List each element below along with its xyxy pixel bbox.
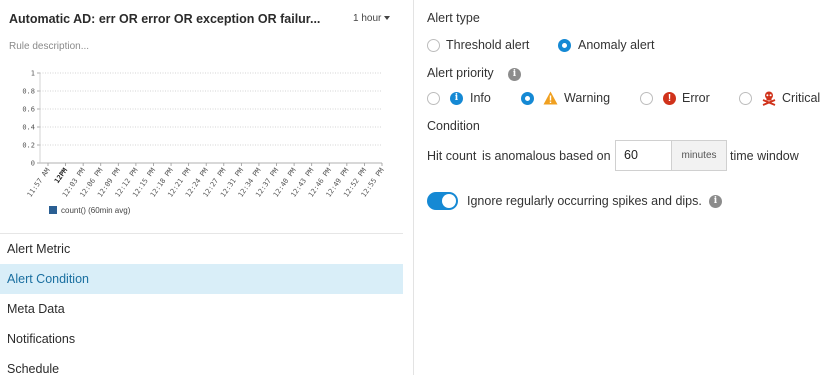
condition-anomalous-text: is anomalous based on <box>482 149 611 163</box>
condition-time-window-text: time window <box>730 149 799 163</box>
ignore-spikes-toggle[interactable] <box>427 192 458 210</box>
rule-description-input[interactable]: Rule description... <box>9 41 89 52</box>
x-tick-label: 12PM <box>53 167 69 185</box>
toggle-knob <box>442 194 456 208</box>
y-tick-label: 1 <box>31 70 35 78</box>
time-window-unit: minutes <box>671 140 727 171</box>
sidebar-nav: Alert Metric Alert Condition Meta Data N… <box>0 234 403 375</box>
time-range-dropdown[interactable]: 1 hour <box>353 13 391 24</box>
info-icon: i <box>450 92 463 105</box>
rule-panel: Automatic AD: err OR error OR exception … <box>0 0 403 375</box>
nav-item-schedule[interactable]: Schedule <box>0 354 403 375</box>
anomaly-alert-radio[interactable] <box>558 39 571 52</box>
priority-warning-label[interactable]: Warning <box>564 91 610 105</box>
y-tick-label: 0.4 <box>22 124 35 132</box>
priority-info-radio[interactable] <box>427 92 440 105</box>
info-icon[interactable]: i <box>709 195 722 208</box>
condition-label: Condition <box>427 119 480 133</box>
threshold-alert-radio[interactable] <box>427 39 440 52</box>
x-tick-label: 11:57 AM <box>26 167 52 199</box>
warning-icon <box>543 91 558 105</box>
legend-label: count() (60min avg) <box>61 206 131 215</box>
threshold-alert-label[interactable]: Threshold alert <box>446 38 529 52</box>
priority-warning-radio[interactable] <box>521 92 534 105</box>
priority-error-radio[interactable] <box>640 92 653 105</box>
priority-critical-radio[interactable] <box>739 92 752 105</box>
y-tick-label: 0.8 <box>22 88 35 96</box>
error-icon: ! <box>663 92 676 105</box>
info-icon[interactable]: i <box>508 68 521 81</box>
nav-item-alert-metric[interactable]: Alert Metric <box>0 234 403 264</box>
time-window-input[interactable]: 60 <box>615 140 671 171</box>
nav-item-notifications[interactable]: Notifications <box>0 324 403 354</box>
anomaly-alert-label[interactable]: Anomaly alert <box>578 38 654 52</box>
y-tick-label: 0.2 <box>22 142 35 150</box>
rule-title: Automatic AD: err OR error OR exception … <box>9 12 321 26</box>
ignore-spikes-label: Ignore regularly occurring spikes and di… <box>467 194 702 208</box>
nav-item-meta-data[interactable]: Meta Data <box>0 294 403 324</box>
condition-hit-count: Hit count <box>427 149 477 163</box>
y-tick-label: 0.6 <box>22 106 35 114</box>
priority-info-label[interactable]: Info <box>470 91 491 105</box>
priority-error-label[interactable]: Error <box>682 91 710 105</box>
nav-item-alert-condition[interactable]: Alert Condition <box>0 264 403 294</box>
legend-swatch <box>49 206 57 214</box>
alert-type-label: Alert type <box>427 11 480 25</box>
alert-chart: 10.80.60.40.20 11:57 AM 12PM12:03 PM12:06… <box>22 70 385 216</box>
skull-crossbones-icon <box>762 91 776 106</box>
chevron-down-icon <box>384 16 391 21</box>
y-tick-label: 0 <box>31 160 35 168</box>
time-range-label: 1 hour <box>353 13 382 24</box>
alert-priority-label: Alert priority <box>427 66 494 80</box>
priority-critical-label[interactable]: Critical <box>782 91 820 105</box>
panel-divider <box>413 0 414 375</box>
